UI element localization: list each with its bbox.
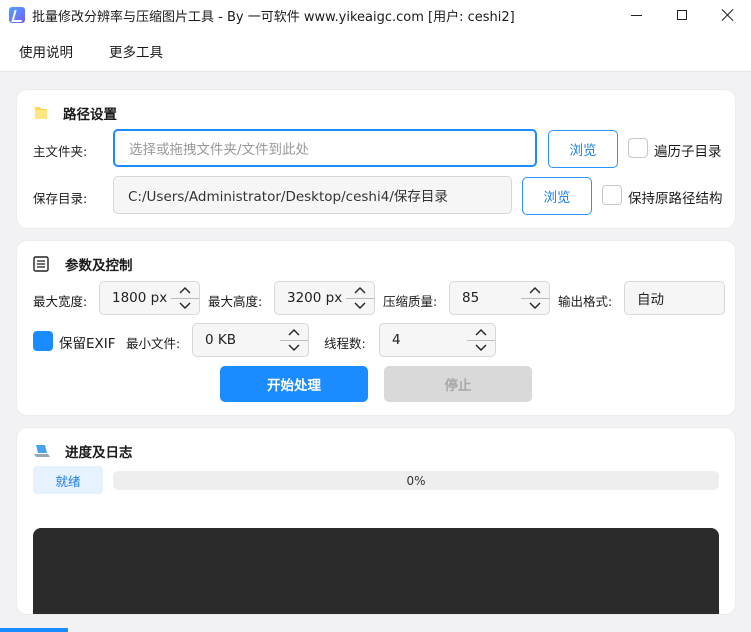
title-bar: 批量修改分辨率与压缩图片工具 - By 一可软件 www.yikeaigc.co… [0,0,751,30]
threads-arrows [467,324,495,356]
app-icon [9,7,25,23]
path-settings-header: 路径设置 [33,103,117,123]
quality-up-arrow[interactable] [521,282,549,299]
max-width-arrows [171,282,199,314]
max-height-label: 最大高度: [208,294,263,309]
main-folder-placeholder: 选择或拖拽文件夹/文件到此处 [129,142,310,158]
window-title: 批量修改分辨率与压缩图片工具 - By 一可软件 www.yikeaigc.co… [32,9,515,25]
minimize-button[interactable] [613,0,659,30]
main-folder-browse-button[interactable]: 浏览 [548,130,618,168]
params-card: 参数及控制 最大宽度: 1800 px 最大高度: 3200 px 压缩质量: … [17,241,735,415]
save-dir-value: C:/Users/Administrator/Desktop/ceshi4/保存… [128,189,448,205]
stop-button[interactable]: 停止 [384,366,532,402]
close-button[interactable] [705,0,751,30]
progress-header: 进度及日志 [33,441,133,461]
keep-exif-checkbox[interactable] [33,331,53,351]
max-width-up-arrow[interactable] [171,282,199,299]
max-height-value: 3200 px [287,290,343,306]
format-select[interactable]: 自动 [624,281,725,315]
quality-down-arrow[interactable] [521,299,549,315]
threads-down-arrow[interactable] [467,341,495,357]
recurse-subdirs-checkbox[interactable] [628,138,648,158]
status-badge: 就绪 [33,466,103,494]
params-title: 参数及控制 [65,258,133,274]
format-label: 输出格式: [558,294,613,309]
laptop-icon [34,445,50,457]
threads-up-arrow[interactable] [467,324,495,341]
min-file-value: 0 KB [205,332,236,348]
progress-text: 0% [406,473,426,488]
maximize-icon [677,10,687,20]
quality-value: 85 [462,290,480,306]
taskbar-edge [0,628,68,632]
min-file-down-arrow[interactable] [280,341,308,357]
recurse-subdirs-label: 遍历子目录 [654,144,722,160]
minimize-icon [630,14,642,16]
keep-structure-checkbox[interactable] [602,185,622,205]
window-controls [613,0,751,30]
close-icon [722,9,734,21]
path-settings-title: 路径设置 [63,107,117,123]
max-width-spinbox[interactable]: 1800 px [99,281,200,315]
max-width-down-arrow[interactable] [171,299,199,315]
threads-value: 4 [392,332,401,348]
max-width-value: 1800 px [112,290,168,306]
threads-spinbox[interactable]: 4 [379,323,496,357]
menu-bar: 使用说明 更多工具 [0,30,751,72]
threads-label: 线程数: [324,336,366,351]
progress-bar: 0% [113,471,719,490]
min-file-up-arrow[interactable] [280,324,308,341]
log-area[interactable] [33,528,719,614]
quality-spinbox[interactable]: 85 [449,281,550,315]
start-button[interactable]: 开始处理 [220,366,368,402]
keep-structure-label: 保持原路径结构 [628,191,723,207]
progress-title: 进度及日志 [65,445,133,461]
max-height-arrows [346,282,374,314]
save-dir-label: 保存目录: [33,191,88,206]
min-file-spinbox[interactable]: 0 KB [192,323,309,357]
menu-item-help[interactable]: 使用说明 [19,41,73,61]
menu-item-more-tools[interactable]: 更多工具 [109,41,163,61]
maximize-button[interactable] [659,0,705,30]
keep-exif-label: 保留EXIF [59,336,116,352]
min-file-label: 最小文件: [126,336,181,351]
max-height-spinbox[interactable]: 3200 px [274,281,375,315]
min-file-arrows [280,324,308,356]
main-folder-label: 主文件夹: [33,144,88,159]
max-width-label: 最大宽度: [33,294,88,309]
params-header: 参数及控制 [33,254,133,274]
main-folder-input[interactable]: 选择或拖拽文件夹/文件到此处 [113,129,537,167]
path-settings-card: 路径设置 主文件夹: 选择或拖拽文件夹/文件到此处 浏览 遍历子目录 保存目录:… [17,90,735,228]
max-height-up-arrow[interactable] [346,282,374,299]
list-icon [33,256,49,272]
progress-card: 进度及日志 就绪 0% [17,428,735,614]
format-value: 自动 [637,292,664,308]
max-height-down-arrow[interactable] [346,299,374,315]
save-dir-input[interactable]: C:/Users/Administrator/Desktop/ceshi4/保存… [113,176,512,214]
folder-icon [35,107,47,119]
quality-arrows [521,282,549,314]
quality-label: 压缩质量: [383,294,438,309]
save-dir-browse-button[interactable]: 浏览 [522,177,592,215]
